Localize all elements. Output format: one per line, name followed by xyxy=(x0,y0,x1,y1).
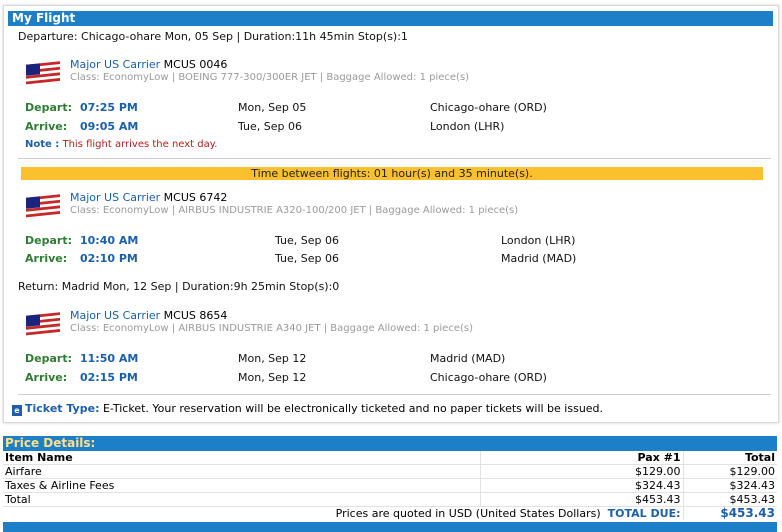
total-amount: $453.43 xyxy=(682,492,777,507)
depart-time: 10:40 AM xyxy=(80,234,139,247)
ticket-icon: e xyxy=(12,405,22,416)
divider xyxy=(18,158,771,159)
flight-details-panel: My Flight Departure: Chicago-ohare Mon, … xyxy=(3,5,779,423)
price-table-header: Item Name Pax #1 Total xyxy=(3,451,777,465)
item-name: Airfare xyxy=(3,464,480,479)
total-due-value-cell: $453.43 xyxy=(682,506,777,520)
total-due-value: $453.43 xyxy=(720,506,775,520)
table-row: Total $453.43 $453.43 xyxy=(3,492,777,507)
carrier-link[interactable]: Major US Carrier xyxy=(70,58,160,71)
price-details-header: Price Details: xyxy=(3,436,777,451)
depart-time: 07:25 PM xyxy=(80,101,138,114)
table-row: Airfare $129.00 $129.00 xyxy=(3,464,777,479)
carrier-name: Major US Carrier MCUS 6742 xyxy=(70,191,227,204)
arrive-label: Arrive: xyxy=(25,120,68,133)
total-due-label: TOTAL DUE: xyxy=(607,507,681,520)
carrier-link[interactable]: Major US Carrier xyxy=(70,309,160,322)
flight-number: MCUS 0046 xyxy=(160,58,228,71)
arrive-time: 02:15 PM xyxy=(80,371,138,384)
flight-number: MCUS 8654 xyxy=(160,309,228,322)
table-row: Taxes & Airline Fees $324.43 $324.43 xyxy=(3,478,777,493)
col-item-name: Item Name xyxy=(3,451,480,465)
ticket-type-row: e Ticket Type: E-Ticket. Your reservation… xyxy=(12,402,603,416)
depart-label: Depart: xyxy=(25,352,72,365)
depart-label: Depart: xyxy=(25,234,72,247)
carrier-name: Major US Carrier MCUS 8654 xyxy=(70,309,227,322)
class-info: Class: EconomyLow | AIRBUS INDUSTRIE A34… xyxy=(70,323,473,334)
depart-label: Depart: xyxy=(25,101,72,114)
my-flight-header: My Flight xyxy=(8,11,773,26)
next-section-header xyxy=(3,522,777,532)
arrive-time: 02:10 PM xyxy=(80,252,138,265)
pax-amount: $324.43 xyxy=(479,478,683,493)
depart-airport: Chicago-ohare (ORD) xyxy=(430,101,547,114)
divider xyxy=(18,394,771,395)
arrive-date: Tue, Sep 06 xyxy=(275,252,340,265)
depart-date: Tue, Sep 06 xyxy=(275,234,340,247)
arrive-time: 09:05 AM xyxy=(80,120,139,133)
note-label: Note : xyxy=(25,139,60,150)
ticket-type-label: Ticket Type: xyxy=(25,402,100,415)
us-flag-icon xyxy=(26,312,60,336)
total-due-cell: Prices are quoted in USD (United States … xyxy=(3,507,683,520)
class-info: Class: EconomyLow | BOEING 777-300/300ER… xyxy=(70,72,470,83)
ticket-type-text: E-Ticket. Your reservation will be elect… xyxy=(99,402,604,415)
arrive-date: Mon, Sep 12 xyxy=(238,371,307,384)
depart-date: Mon, Sep 05 xyxy=(238,101,307,114)
us-flag-icon xyxy=(26,194,60,218)
col-total: Total xyxy=(682,451,777,465)
departure-summary: Departure: Chicago-ohare Mon, 05 Sep | D… xyxy=(18,30,408,43)
flight-number: MCUS 6742 xyxy=(160,191,228,204)
return-summary: Return: Madrid Mon, 12 Sep | Duration:9h… xyxy=(18,280,340,293)
us-flag-icon xyxy=(26,61,60,85)
arrive-airport: Madrid (MAD) xyxy=(501,252,577,265)
arrive-label: Arrive: xyxy=(25,371,68,384)
arrive-airport: Chicago-ohare (ORD) xyxy=(430,371,547,384)
note-text: This flight arrives the next day. xyxy=(59,139,218,150)
carrier-link[interactable]: Major US Carrier xyxy=(70,191,160,204)
item-name: Taxes & Airline Fees xyxy=(3,478,480,493)
class-info: Class: EconomyLow | AIRBUS INDUSTRIE A32… xyxy=(70,205,519,216)
arrival-note: Note : This flight arrives the next day. xyxy=(25,139,217,150)
layover-banner: Time between flights: 01 hour(s) and 35 … xyxy=(21,167,763,180)
pax-amount: $453.43 xyxy=(479,492,683,507)
arrive-airport: London (LHR) xyxy=(430,120,505,133)
pax-amount: $129.00 xyxy=(479,464,683,479)
arrive-date: Tue, Sep 06 xyxy=(238,120,303,133)
total-amount: $324.43 xyxy=(682,478,777,493)
depart-time: 11:50 AM xyxy=(80,352,139,365)
col-pax: Pax #1 xyxy=(479,451,683,465)
depart-date: Mon, Sep 12 xyxy=(238,352,307,365)
arrive-label: Arrive: xyxy=(25,252,68,265)
total-amount: $129.00 xyxy=(682,464,777,479)
item-name: Total xyxy=(3,492,480,507)
depart-airport: London (LHR) xyxy=(501,234,576,247)
total-due-row: Prices are quoted in USD (United States … xyxy=(3,506,777,520)
price-table: Item Name Pax #1 Total Airfare $129.00 $… xyxy=(3,451,777,520)
currency-note: Prices are quoted in USD (United States … xyxy=(335,507,601,520)
depart-airport: Madrid (MAD) xyxy=(430,352,506,365)
carrier-name: Major US Carrier MCUS 0046 xyxy=(70,58,227,71)
